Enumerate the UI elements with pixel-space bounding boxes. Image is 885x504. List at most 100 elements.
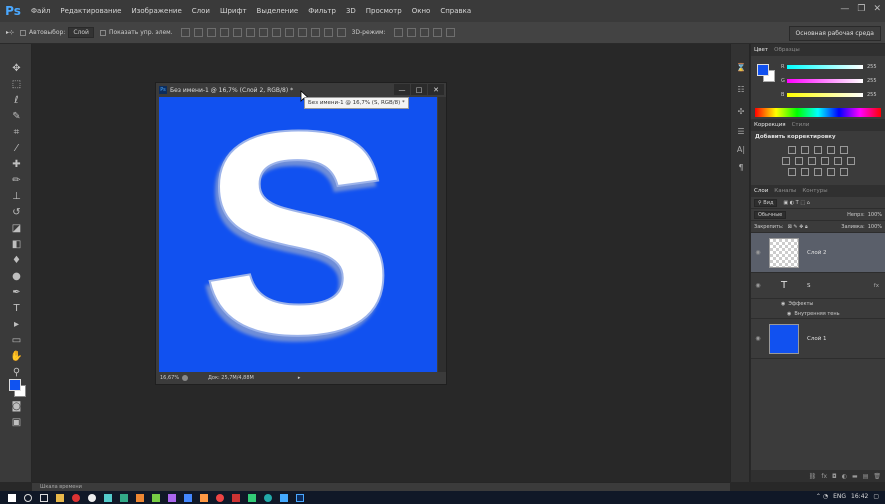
- screen-mode-icon[interactable]: ▣: [10, 416, 23, 429]
- menu-image[interactable]: Изображение: [126, 7, 186, 15]
- app-icon-9[interactable]: [232, 493, 240, 502]
- restore-icon[interactable]: ❐: [857, 4, 865, 14]
- auto-align-icon[interactable]: [336, 28, 346, 37]
- threshold-icon[interactable]: [814, 168, 822, 176]
- move-tool-icon[interactable]: ✥: [10, 62, 23, 75]
- photoshop-taskbar-icon[interactable]: [296, 493, 304, 502]
- distribute-middle-icon[interactable]: [271, 28, 281, 37]
- green-value[interactable]: 255: [867, 78, 877, 84]
- app-icon-5[interactable]: [168, 493, 176, 502]
- menu-type[interactable]: Шрифт: [215, 7, 252, 15]
- fill-value[interactable]: 100%: [868, 224, 882, 230]
- zoom-tool-icon[interactable]: ⚲: [10, 366, 23, 379]
- add-mask-icon[interactable]: ◘: [832, 473, 837, 480]
- distribute-top-icon[interactable]: [258, 28, 268, 37]
- clock[interactable]: 16:42: [851, 493, 868, 500]
- gradient-map-icon[interactable]: [827, 168, 835, 176]
- new-adjustment-icon[interactable]: ◐: [842, 473, 847, 480]
- doc-minimize-icon[interactable]: —: [394, 84, 410, 95]
- app-icon-4[interactable]: [152, 493, 160, 502]
- file-explorer-icon[interactable]: [56, 493, 64, 502]
- add-style-icon[interactable]: fx: [821, 473, 827, 480]
- delete-layer-icon[interactable]: 🗑︎: [873, 473, 881, 480]
- app-icon-7[interactable]: [200, 493, 208, 502]
- close-icon[interactable]: ✕: [873, 4, 881, 14]
- path-select-tool-icon[interactable]: ▸: [10, 318, 23, 331]
- rotate-3d-icon[interactable]: [393, 28, 403, 37]
- roll-3d-icon[interactable]: [406, 28, 416, 37]
- new-group-icon[interactable]: ▬: [852, 473, 858, 480]
- layer-row-layer1[interactable]: ◉ Слой 1: [751, 319, 885, 359]
- lasso-tool-icon[interactable]: ℓ: [10, 94, 23, 107]
- distribute-bottom-icon[interactable]: [284, 28, 294, 37]
- document-vertical-scrollbar[interactable]: [438, 97, 446, 372]
- drag-3d-icon[interactable]: [419, 28, 429, 37]
- align-right-icon[interactable]: [245, 28, 255, 37]
- language-indicator[interactable]: ENG: [833, 493, 846, 500]
- layer-row-text-s[interactable]: ◉ T S fx: [751, 273, 885, 299]
- photo-filter-icon[interactable]: [820, 157, 829, 165]
- visibility-eye-icon[interactable]: ◉: [751, 282, 765, 289]
- eyedropper-tool-icon[interactable]: ⁄: [10, 142, 23, 155]
- blend-mode-dropdown[interactable]: Обычные: [754, 210, 787, 219]
- menu-view[interactable]: Просмотр: [361, 7, 407, 15]
- align-bottom-icon[interactable]: [206, 28, 216, 37]
- show-transform-checkbox[interactable]: [99, 29, 106, 36]
- app-icon-11[interactable]: [264, 493, 272, 502]
- status-menu-arrow-icon[interactable]: ▸: [298, 375, 301, 381]
- scale-3d-icon[interactable]: [445, 28, 455, 37]
- menu-filter[interactable]: Фильтр: [303, 7, 341, 15]
- selective-color-icon[interactable]: [840, 168, 848, 176]
- menu-help[interactable]: Справка: [435, 7, 476, 15]
- align-top-icon[interactable]: [180, 28, 190, 37]
- distribute-left-icon[interactable]: [297, 28, 307, 37]
- app-icon-6[interactable]: [184, 493, 192, 502]
- hand-tool-icon[interactable]: ✋: [10, 350, 23, 363]
- search-icon[interactable]: [24, 493, 32, 502]
- doc-close-icon[interactable]: ✕: [428, 84, 444, 95]
- menu-select[interactable]: Выделение: [252, 7, 304, 15]
- quick-select-tool-icon[interactable]: ✎: [10, 110, 23, 123]
- opera-icon[interactable]: [72, 493, 80, 502]
- align-middle-icon[interactable]: [193, 28, 203, 37]
- effects-eye-icon[interactable]: ◉: [781, 301, 785, 307]
- link-layers-icon[interactable]: ⛓: [809, 473, 817, 480]
- brush-panel-icon[interactable]: ✣: [736, 106, 746, 116]
- status-info-icon[interactable]: [182, 375, 188, 381]
- visibility-eye-icon[interactable]: ◉: [751, 249, 765, 256]
- inner-shadow-row[interactable]: ◉ Внутренняя тень: [751, 309, 885, 319]
- timeline-bar[interactable]: Шкала времени: [32, 482, 730, 491]
- app-icon-1[interactable]: [104, 493, 112, 502]
- channel-mixer-icon[interactable]: [833, 157, 842, 165]
- levels-icon[interactable]: [801, 146, 809, 154]
- app-icon-8[interactable]: [216, 493, 224, 502]
- exposure-icon[interactable]: [827, 146, 835, 154]
- clone-stamp-tool-icon[interactable]: ⊥: [10, 190, 23, 203]
- type-tool-icon[interactable]: T: [10, 302, 23, 315]
- history-brush-tool-icon[interactable]: ↺: [10, 206, 23, 219]
- quick-mask-icon[interactable]: ◙: [10, 400, 23, 413]
- network-icon[interactable]: ⌃ ◔: [816, 493, 828, 500]
- zoom-level[interactable]: 16,67%: [160, 375, 182, 381]
- paragraph-panel-icon[interactable]: ¶: [736, 162, 746, 172]
- menu-window[interactable]: Окно: [407, 7, 436, 15]
- effects-row[interactable]: ◉ Эффекты: [751, 299, 885, 309]
- lock-icons[interactable]: ⊠ ✎ ✥ 🔒︎: [788, 224, 808, 230]
- tab-adjustments[interactable]: Коррекция: [754, 122, 786, 128]
- menu-layers[interactable]: Слои: [187, 7, 215, 15]
- gradient-tool-icon[interactable]: ◧: [10, 238, 23, 251]
- brightness-contrast-icon[interactable]: [788, 146, 796, 154]
- invert-icon[interactable]: [788, 168, 796, 176]
- notifications-icon[interactable]: ▢: [873, 493, 879, 500]
- color-panel-foreground-swatch[interactable]: [757, 64, 769, 76]
- tab-styles[interactable]: Стили: [792, 122, 810, 128]
- foreground-color-swatch[interactable]: [9, 379, 21, 391]
- chrome-icon[interactable]: [88, 493, 96, 502]
- black-white-icon[interactable]: [807, 157, 816, 165]
- opacity-value[interactable]: 100%: [868, 212, 882, 218]
- autoselect-checkbox[interactable]: [20, 29, 27, 36]
- menu-edit[interactable]: Редактирование: [55, 7, 126, 15]
- tab-paths[interactable]: Контуры: [802, 188, 827, 194]
- curves-icon[interactable]: [814, 146, 822, 154]
- pen-tool-icon[interactable]: ✒: [10, 286, 23, 299]
